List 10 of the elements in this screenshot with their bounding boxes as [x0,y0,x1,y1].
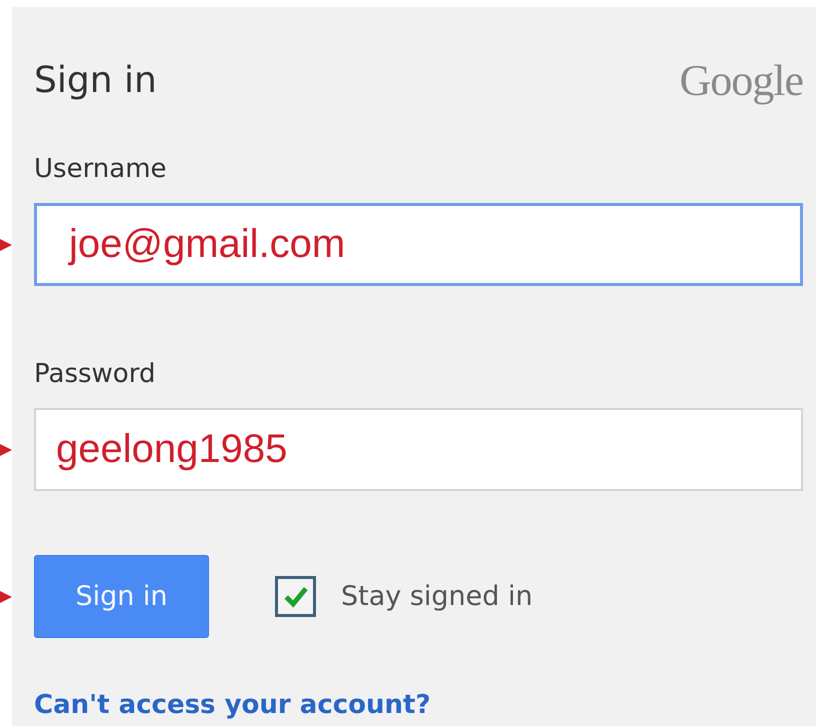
help-link[interactable]: Can't access your account? [34,690,803,720]
logo-text: Google [679,54,803,106]
input-field[interactable]: geelong1985 [34,408,803,491]
form-title: Sign in [34,60,157,100]
sign-in-button[interactable]: Sign in [34,555,209,638]
field-label: Username [34,153,168,186]
field-label: Password [34,358,156,391]
checkbox[interactable] [275,576,316,617]
input-field[interactable]: joe@gmail.com [34,203,803,286]
checkbox-label: Stay signed in [341,581,533,612]
